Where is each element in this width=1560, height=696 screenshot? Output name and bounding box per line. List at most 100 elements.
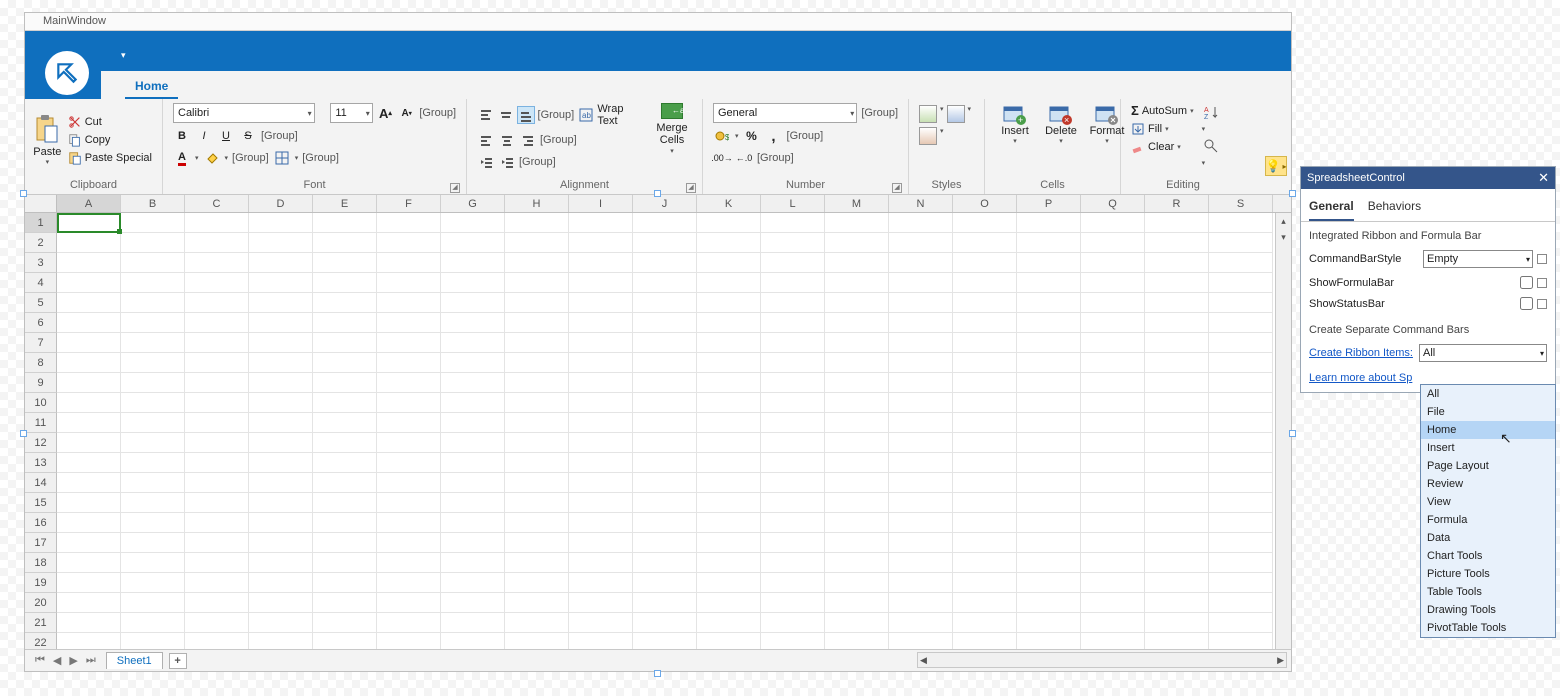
cell[interactable] bbox=[313, 633, 377, 649]
cell[interactable] bbox=[697, 633, 761, 649]
cell[interactable] bbox=[569, 513, 633, 533]
cell[interactable] bbox=[1145, 413, 1209, 433]
cell[interactable] bbox=[1209, 513, 1273, 533]
cell[interactable] bbox=[441, 333, 505, 353]
cell[interactable] bbox=[505, 633, 569, 649]
cell[interactable] bbox=[313, 273, 377, 293]
cell[interactable] bbox=[1145, 453, 1209, 473]
row-header[interactable]: 11 bbox=[25, 413, 57, 433]
cell[interactable] bbox=[505, 313, 569, 333]
cell[interactable] bbox=[1209, 453, 1273, 473]
accounting-button[interactable]: $ bbox=[713, 127, 731, 145]
cell[interactable] bbox=[185, 313, 249, 333]
column-header[interactable]: Q bbox=[1081, 195, 1145, 212]
cell[interactable] bbox=[505, 253, 569, 273]
paste-special-button[interactable]: Paste Special bbox=[68, 151, 152, 165]
cell[interactable] bbox=[889, 513, 953, 533]
grow-font-button[interactable]: A▴ bbox=[377, 104, 394, 122]
app-menu-button[interactable] bbox=[45, 51, 89, 95]
cell[interactable] bbox=[505, 333, 569, 353]
cell[interactable] bbox=[1017, 413, 1081, 433]
cell[interactable] bbox=[121, 593, 185, 613]
cell[interactable] bbox=[505, 273, 569, 293]
cell[interactable] bbox=[1017, 233, 1081, 253]
align-center-button[interactable] bbox=[498, 131, 516, 149]
cell[interactable] bbox=[569, 493, 633, 513]
cell[interactable] bbox=[761, 253, 825, 273]
cell[interactable] bbox=[1081, 233, 1145, 253]
cell[interactable] bbox=[1081, 453, 1145, 473]
dropdown-item[interactable]: Review bbox=[1421, 475, 1555, 493]
tab-behaviors[interactable]: Behaviors bbox=[1368, 195, 1421, 221]
row-header[interactable]: 13 bbox=[25, 453, 57, 473]
cell[interactable] bbox=[313, 493, 377, 513]
shrink-font-button[interactable]: A▾ bbox=[398, 104, 415, 122]
cell[interactable] bbox=[1081, 473, 1145, 493]
cell[interactable] bbox=[569, 293, 633, 313]
align-bottom-button[interactable] bbox=[517, 106, 534, 124]
cell[interactable] bbox=[569, 593, 633, 613]
cell[interactable] bbox=[377, 613, 441, 633]
cell[interactable] bbox=[1145, 293, 1209, 313]
cell[interactable] bbox=[313, 313, 377, 333]
cell[interactable] bbox=[313, 453, 377, 473]
cell[interactable] bbox=[1145, 553, 1209, 573]
cell[interactable] bbox=[1017, 253, 1081, 273]
spreadsheet-grid[interactable]: ABCDEFGHIJKLMNOPQRS 12345678910111213141… bbox=[25, 195, 1291, 649]
cell[interactable] bbox=[569, 553, 633, 573]
row-header[interactable]: 20 bbox=[25, 593, 57, 613]
cell[interactable] bbox=[441, 513, 505, 533]
cell[interactable] bbox=[57, 273, 121, 293]
cell[interactable] bbox=[121, 473, 185, 493]
row-header[interactable]: 12 bbox=[25, 433, 57, 453]
font-size-combo[interactable]: 11▾ bbox=[330, 103, 372, 123]
cell[interactable] bbox=[121, 513, 185, 533]
cell[interactable] bbox=[569, 273, 633, 293]
cell[interactable] bbox=[697, 293, 761, 313]
cell[interactable] bbox=[761, 473, 825, 493]
italic-button[interactable]: I bbox=[195, 127, 213, 145]
fill-color-button[interactable] bbox=[203, 149, 221, 167]
cell[interactable] bbox=[313, 433, 377, 453]
align-middle-button[interactable] bbox=[497, 106, 514, 124]
cell[interactable] bbox=[249, 393, 313, 413]
cell[interactable] bbox=[313, 593, 377, 613]
cell[interactable] bbox=[889, 233, 953, 253]
column-header[interactable]: S bbox=[1209, 195, 1273, 212]
cell-styles-button[interactable] bbox=[919, 127, 937, 145]
cell[interactable] bbox=[313, 373, 377, 393]
cell[interactable] bbox=[825, 353, 889, 373]
cell[interactable] bbox=[121, 353, 185, 373]
dropdown-item[interactable]: Drawing Tools bbox=[1421, 601, 1555, 619]
cell[interactable] bbox=[185, 433, 249, 453]
cell[interactable] bbox=[313, 473, 377, 493]
cell[interactable] bbox=[377, 553, 441, 573]
cell[interactable] bbox=[889, 413, 953, 433]
column-header[interactable]: B bbox=[121, 195, 185, 212]
cell[interactable] bbox=[889, 613, 953, 633]
sheet-nav-first[interactable]: ⏮ bbox=[35, 654, 45, 667]
create-ribbon-link[interactable]: Create Ribbon Items: bbox=[1309, 347, 1413, 359]
cell[interactable] bbox=[761, 333, 825, 353]
cell[interactable] bbox=[697, 453, 761, 473]
cell[interactable] bbox=[633, 573, 697, 593]
cell[interactable] bbox=[121, 253, 185, 273]
cell[interactable] bbox=[185, 573, 249, 593]
cell[interactable] bbox=[377, 233, 441, 253]
cell[interactable] bbox=[1209, 473, 1273, 493]
cell[interactable] bbox=[57, 333, 121, 353]
cell[interactable] bbox=[185, 473, 249, 493]
cell[interactable] bbox=[697, 233, 761, 253]
cell[interactable] bbox=[569, 613, 633, 633]
cell[interactable] bbox=[825, 373, 889, 393]
cell[interactable] bbox=[953, 513, 1017, 533]
cell[interactable] bbox=[633, 293, 697, 313]
property-marker[interactable] bbox=[1537, 278, 1547, 288]
cell[interactable] bbox=[249, 513, 313, 533]
cell[interactable] bbox=[761, 293, 825, 313]
cell[interactable] bbox=[249, 553, 313, 573]
cell[interactable] bbox=[1081, 273, 1145, 293]
resize-handle[interactable] bbox=[654, 670, 661, 677]
cell[interactable] bbox=[761, 453, 825, 473]
cell[interactable] bbox=[889, 393, 953, 413]
